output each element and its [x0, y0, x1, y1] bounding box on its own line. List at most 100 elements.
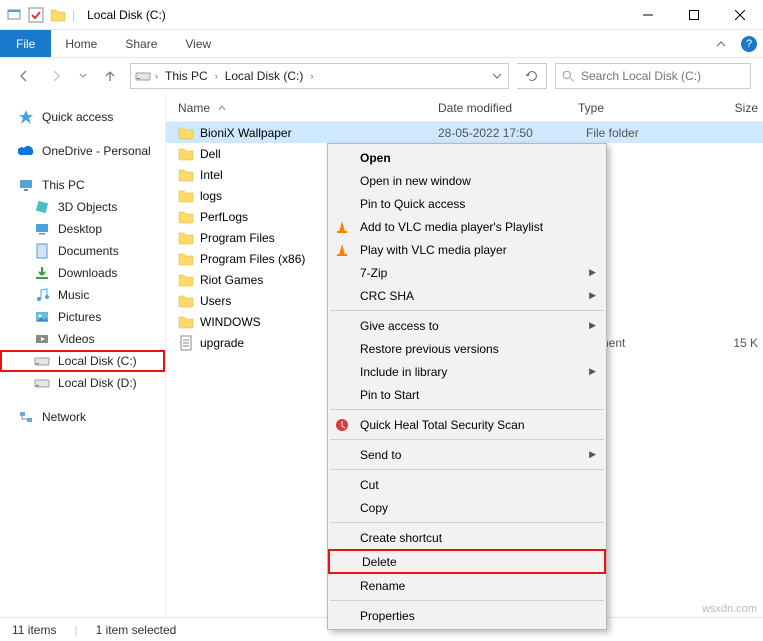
folder-icon [178, 125, 194, 141]
chevron-right-icon[interactable]: › [310, 71, 313, 81]
addr-dropdown-icon[interactable] [492, 71, 502, 81]
help-button[interactable]: ? [735, 30, 763, 57]
desktop-icon [34, 221, 50, 237]
tab-home[interactable]: Home [51, 30, 111, 57]
column-label: Name [178, 101, 210, 115]
up-button[interactable] [98, 64, 122, 88]
ctx-delete[interactable]: Delete [328, 549, 606, 574]
sidebar-pictures[interactable]: Pictures [0, 306, 165, 328]
sidebar-desktop[interactable]: Desktop [0, 218, 165, 240]
column-header-type[interactable]: Type [578, 101, 698, 115]
ctx-restore-versions[interactable]: Restore previous versions [328, 337, 606, 360]
qat-divider: | [72, 8, 75, 22]
ctx-label: Cut [360, 478, 379, 492]
ctx-separator [330, 439, 604, 440]
ribbon-collapse-button[interactable] [707, 30, 735, 57]
column-header-size[interactable]: Size [698, 101, 758, 115]
3d-icon [34, 199, 50, 215]
sidebar-videos[interactable]: Videos [0, 328, 165, 350]
videos-icon [34, 331, 50, 347]
ctx-label: Properties [360, 609, 415, 623]
ctx-send-to[interactable]: Send to▶ [328, 443, 606, 466]
sidebar-item-label: Downloads [58, 266, 117, 280]
ctx-separator [330, 600, 604, 601]
ctx-give-access[interactable]: Give access to▶ [328, 314, 606, 337]
documents-icon [34, 243, 50, 259]
folder-icon [178, 293, 194, 309]
sidebar-music[interactable]: Music [0, 284, 165, 306]
sidebar-network[interactable]: Network [0, 406, 165, 428]
ctx-label: CRC SHA [360, 289, 414, 303]
breadcrumb-thispc[interactable]: This PC [162, 69, 211, 83]
ctx-label: 7-Zip [360, 266, 387, 280]
sidebar-downloads[interactable]: Downloads [0, 262, 165, 284]
maximize-button[interactable] [671, 0, 717, 30]
ctx-vlc-play[interactable]: Play with VLC media player [328, 238, 606, 261]
file-tab[interactable]: File [0, 30, 51, 57]
sidebar-item-label: Music [58, 288, 89, 302]
file-date: 28-05-2022 17:50 [438, 126, 578, 140]
sidebar-thispc[interactable]: This PC [0, 174, 165, 196]
breadcrumb-localdisk[interactable]: Local Disk (C:) [222, 69, 307, 83]
sidebar-item-label: Pictures [58, 310, 101, 324]
back-button[interactable] [12, 64, 36, 88]
qat-checkbox-icon[interactable] [28, 7, 44, 23]
ctx-cut[interactable]: Cut [328, 473, 606, 496]
ctx-vlc-playlist[interactable]: Add to VLC media player's Playlist [328, 215, 606, 238]
ctx-quickheal-scan[interactable]: Quick Heal Total Security Scan [328, 413, 606, 436]
ctx-copy[interactable]: Copy [328, 496, 606, 519]
chevron-right-icon[interactable]: › [215, 71, 218, 81]
ctx-open-new-window[interactable]: Open in new window [328, 169, 606, 192]
ctx-label: Rename [360, 579, 405, 593]
file-name: Dell [200, 147, 221, 161]
pc-icon [18, 177, 34, 193]
ctx-pin-quick-access[interactable]: Pin to Quick access [328, 192, 606, 215]
file-name: Users [200, 294, 231, 308]
ctx-label: Create shortcut [360, 531, 442, 545]
close-button[interactable] [717, 0, 763, 30]
ctx-open[interactable]: Open [328, 146, 606, 169]
tab-view[interactable]: View [171, 30, 225, 57]
ctx-label: Quick Heal Total Security Scan [360, 418, 525, 432]
file-name: PerfLogs [200, 210, 248, 224]
quickheal-icon [334, 417, 350, 433]
sidebar-local-disk-c[interactable]: Local Disk (C:) [0, 350, 165, 372]
ctx-separator [330, 409, 604, 410]
column-header-date[interactable]: Date modified [438, 101, 578, 115]
submenu-arrow-icon: ▶ [589, 267, 596, 278]
ctx-label: Delete [362, 555, 397, 569]
sidebar-onedrive[interactable]: OneDrive - Personal [0, 140, 165, 162]
sidebar-documents[interactable]: Documents [0, 240, 165, 262]
column-header-name[interactable]: Name [178, 101, 438, 115]
search-input[interactable] [581, 69, 744, 83]
status-divider: | [74, 623, 77, 637]
chevron-right-icon[interactable]: › [155, 71, 158, 81]
refresh-button[interactable] [517, 63, 547, 89]
recent-dropdown-button[interactable] [76, 64, 90, 88]
forward-button[interactable] [44, 64, 68, 88]
sidebar-quick-access[interactable]: Quick access [0, 106, 165, 128]
minimize-button[interactable] [625, 0, 671, 30]
search-box[interactable] [555, 63, 751, 89]
ctx-create-shortcut[interactable]: Create shortcut [328, 526, 606, 549]
ctx-pin-start[interactable]: Pin to Start [328, 383, 606, 406]
sidebar-local-disk-d[interactable]: Local Disk (D:) [0, 372, 165, 394]
ctx-7zip[interactable]: 7-Zip ▶ [328, 261, 606, 284]
ctx-crc-sha[interactable]: CRC SHA▶ [328, 284, 606, 307]
sidebar-3d-objects[interactable]: 3D Objects [0, 196, 165, 218]
ctx-label: Pin to Start [360, 388, 419, 402]
submenu-arrow-icon: ▶ [589, 449, 596, 460]
ctx-label: Restore previous versions [360, 342, 499, 356]
file-row[interactable]: BioniX Wallpaper28-05-2022 17:50File fol… [166, 122, 763, 143]
tab-share[interactable]: Share [111, 30, 171, 57]
address-bar[interactable]: › This PC › Local Disk (C:) › [130, 63, 509, 89]
window-title: Local Disk (C:) [81, 8, 625, 22]
ctx-include-library[interactable]: Include in library▶ [328, 360, 606, 383]
ctx-rename[interactable]: Rename [328, 574, 606, 597]
qat-folder-icon[interactable] [50, 7, 66, 23]
ctx-properties[interactable]: Properties [328, 604, 606, 627]
star-icon [18, 109, 34, 125]
file-type: File folder [578, 126, 698, 140]
sidebar-item-label: Network [42, 410, 86, 424]
downloads-icon [34, 265, 50, 281]
